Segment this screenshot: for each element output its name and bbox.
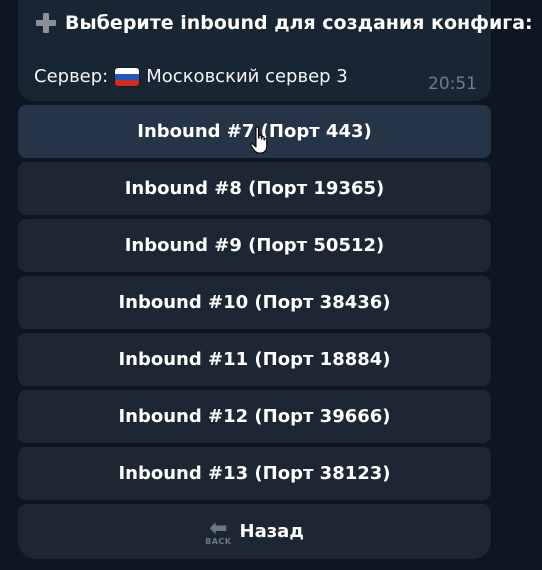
inbound-11-button[interactable]: Inbound #11 (Порт 18884) xyxy=(18,333,491,386)
plus-icon xyxy=(36,13,56,33)
message-title: Выберите inbound для создания конфига: xyxy=(36,12,533,34)
russia-flag-icon xyxy=(115,67,140,86)
message-timestamp: 20:51 xyxy=(428,74,477,94)
server-prefix: Сервер: xyxy=(34,66,109,87)
message-title-text: Выберите inbound для создания конфига: xyxy=(65,12,533,34)
bot-message: Выберите inbound для создания конфига: С… xyxy=(18,0,533,101)
back-button-label: Назад xyxy=(239,521,304,542)
back-icon-text: BACK xyxy=(205,537,232,546)
server-name: Московский сервер 3 xyxy=(146,66,348,87)
back-arrow-glyph: ⬅ xyxy=(209,516,228,541)
chat-background: Выберите inbound для создания конфига: С… xyxy=(0,0,542,570)
inbound-12-button[interactable]: Inbound #12 (Порт 39666) xyxy=(18,390,491,443)
inbound-8-button[interactable]: Inbound #8 (Порт 19365) xyxy=(18,162,491,215)
back-button[interactable]: ⬅ BACK Назад xyxy=(18,504,491,559)
inbound-9-button[interactable]: Inbound #9 (Порт 50512) xyxy=(18,219,491,272)
inline-keyboard: Inbound #7 (Порт 443) Inbound #8 (Порт 1… xyxy=(18,105,491,563)
server-line: Сервер: Московский сервер 3 xyxy=(34,66,348,87)
back-arrow-icon: ⬅ BACK xyxy=(205,516,232,547)
hand-cursor-icon xyxy=(250,126,268,154)
inbound-10-button[interactable]: Inbound #10 (Порт 38436) xyxy=(18,276,491,329)
inbound-13-button[interactable]: Inbound #13 (Порт 38123) xyxy=(18,447,491,500)
